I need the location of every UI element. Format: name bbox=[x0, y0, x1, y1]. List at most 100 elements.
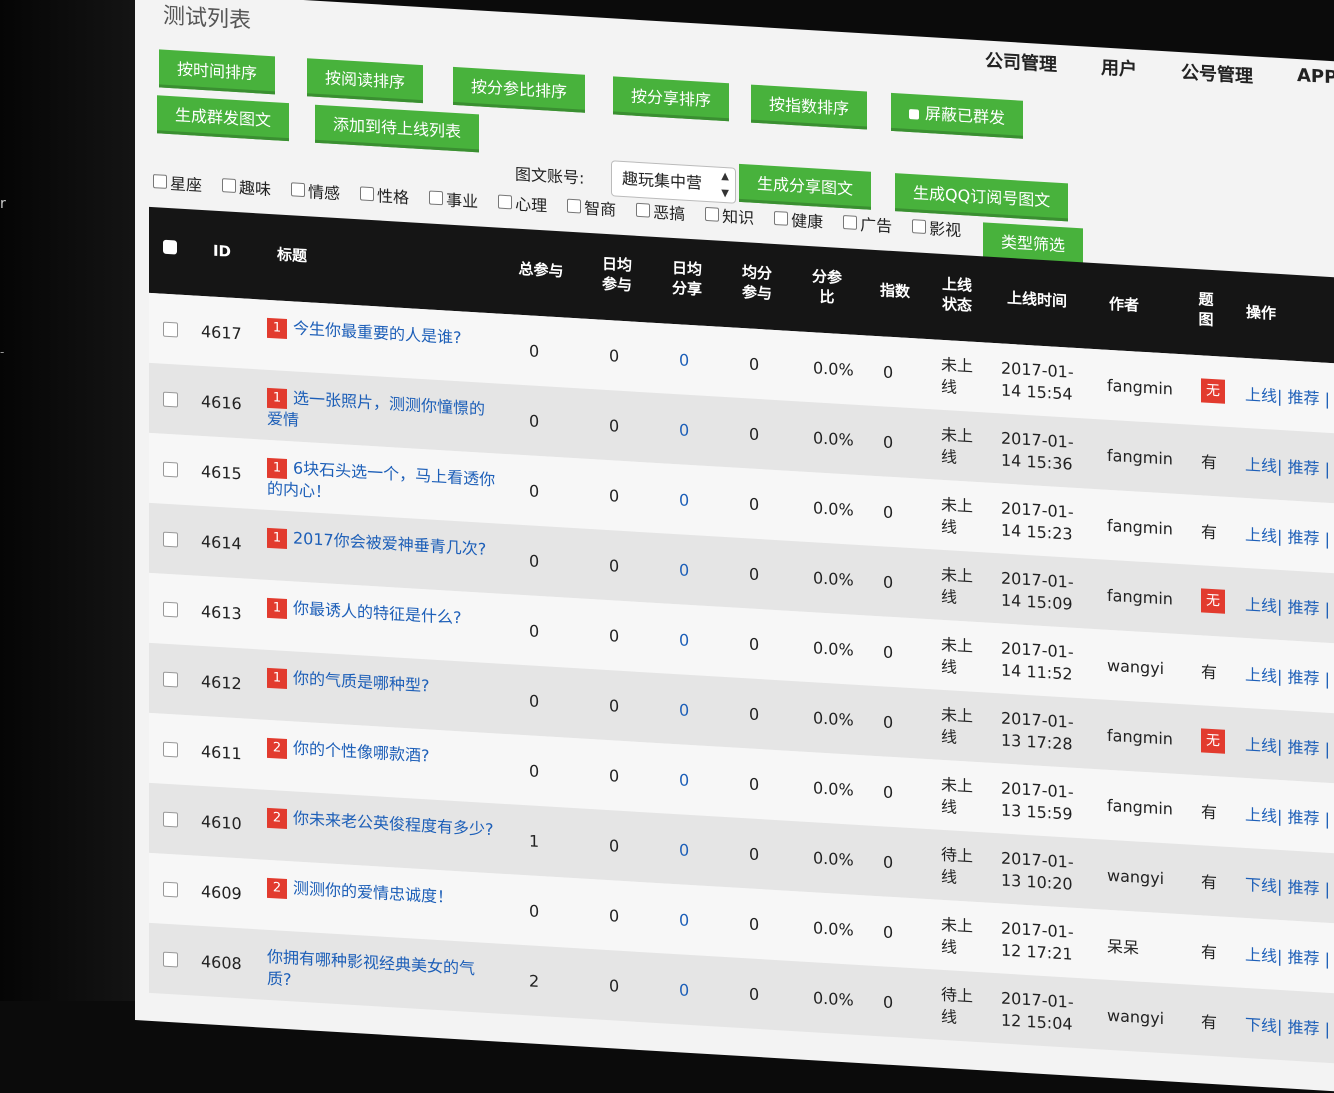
filter-xinli[interactable]: 心理 bbox=[498, 190, 547, 217]
col-avg-join[interactable]: 均分参与 bbox=[739, 262, 775, 304]
row-checkbox[interactable] bbox=[163, 461, 178, 478]
filter-qinggan[interactable]: 情感 bbox=[291, 177, 340, 204]
generate-broadcast-button[interactable]: 生成群发图文 bbox=[157, 95, 290, 142]
filter-checkbox[interactable] bbox=[291, 182, 306, 198]
filter-checkbox[interactable] bbox=[843, 215, 858, 230]
col-index[interactable]: 指数 bbox=[875, 280, 915, 302]
generate-share-button[interactable]: 生成分享图文 bbox=[739, 163, 872, 210]
col-id[interactable]: ID bbox=[207, 240, 237, 262]
row-checkbox[interactable] bbox=[163, 741, 178, 758]
row-title-link[interactable]: 选一张照片，测测你憧憬的爱情 bbox=[267, 388, 485, 429]
row-title-link[interactable]: 测测你的爱情忠诚度！ bbox=[293, 878, 453, 907]
filter-xingzuo[interactable]: 星座 bbox=[153, 169, 202, 196]
row-actions[interactable]: 上线| 推荐 | bbox=[1245, 428, 1330, 503]
row-daily-share[interactable]: 0 bbox=[679, 394, 689, 465]
select-all-checkbox[interactable] bbox=[163, 239, 177, 255]
col-daily-share[interactable]: 日均分享 bbox=[669, 258, 705, 300]
filter-shiye[interactable]: 事业 bbox=[429, 185, 478, 212]
filter-zhishang[interactable]: 智商 bbox=[567, 194, 616, 221]
filter-checkbox[interactable] bbox=[567, 198, 582, 214]
filter-checkbox[interactable] bbox=[498, 194, 513, 210]
row-actions[interactable]: 上线| 推荐 | 编 bbox=[1245, 568, 1334, 644]
sort-by-time-button[interactable]: 按时间排序 bbox=[159, 49, 276, 95]
row-daily-share[interactable]: 0 bbox=[679, 954, 689, 1025]
row-title-link[interactable]: 你的个性像哪款酒? bbox=[293, 738, 430, 765]
filter-quwei[interactable]: 趣味 bbox=[222, 173, 271, 200]
nav-item-app[interactable]: APP bbox=[1297, 65, 1334, 93]
col-time[interactable]: 上线时间 bbox=[997, 287, 1077, 312]
add-to-pending-button[interactable]: 添加到待上线列表 bbox=[315, 104, 480, 153]
filter-checkbox[interactable] bbox=[360, 186, 375, 202]
row-checkbox[interactable] bbox=[163, 321, 178, 338]
nav-item-company[interactable]: 公司管理 bbox=[985, 46, 1057, 76]
row-daily-share[interactable]: 0 bbox=[679, 464, 689, 535]
row-title-link[interactable]: 你未来老公英俊程度有多少? bbox=[293, 808, 494, 839]
row-avg-join: 0 bbox=[749, 353, 760, 374]
filter-guanggao[interactable]: 广告 bbox=[843, 210, 892, 237]
row-index: 0 bbox=[883, 851, 894, 872]
sort-by-index-button[interactable]: 按指数排序 bbox=[751, 84, 868, 130]
row-daily-share[interactable]: 0 bbox=[679, 534, 689, 605]
filter-egao[interactable]: 恶搞 bbox=[636, 198, 685, 225]
col-status[interactable]: 上线状态 bbox=[939, 274, 975, 316]
row-checkbox[interactable] bbox=[163, 881, 178, 898]
row-actions[interactable]: 下线| 推荐 | 编辑 bbox=[1245, 988, 1334, 1065]
filter-checkbox[interactable] bbox=[429, 190, 444, 206]
row-actions[interactable]: 上线| 推荐 | 编 bbox=[1245, 638, 1334, 714]
row-actions[interactable]: 上线| 推荐 | 编 bbox=[1245, 708, 1334, 784]
row-daily-share[interactable]: 0 bbox=[679, 814, 689, 885]
row-daily-share[interactable]: 0 bbox=[679, 884, 689, 955]
col-author[interactable]: 作者 bbox=[1099, 293, 1149, 316]
row-checkbox-cell bbox=[163, 434, 178, 505]
row-daily-join: 0 bbox=[609, 555, 620, 576]
row-avg-join: 0 bbox=[749, 703, 760, 724]
row-daily-share[interactable]: 0 bbox=[679, 604, 689, 675]
col-daily-join[interactable]: 日均参与 bbox=[599, 254, 635, 296]
col-ratio[interactable]: 分参比 bbox=[809, 266, 845, 308]
nav-item-accounts[interactable]: 公号管理 bbox=[1181, 58, 1253, 88]
row-title-link[interactable]: 你最诱人的特征是什么? bbox=[293, 598, 462, 627]
filter-checkbox[interactable] bbox=[636, 202, 651, 218]
filter-zhishi[interactable]: 知识 bbox=[705, 202, 754, 229]
row-checkbox[interactable] bbox=[163, 531, 178, 548]
col-title[interactable]: 标题 bbox=[267, 244, 317, 267]
row-title-link[interactable]: 6块石头选一个，马上看透你的内心！ bbox=[267, 458, 495, 501]
filter-checkbox[interactable] bbox=[705, 206, 720, 222]
filter-xingge[interactable]: 性格 bbox=[360, 181, 409, 208]
row-title-link[interactable]: 今生你最重要的人是谁? bbox=[293, 318, 462, 347]
row-actions[interactable]: 上线| 推荐 | 编 bbox=[1245, 498, 1334, 574]
row-title-link[interactable]: 你的气质是哪种型? bbox=[293, 668, 430, 695]
row-actions[interactable]: 上线| 推荐 | bbox=[1245, 358, 1330, 433]
filter-jiankang[interactable]: 健康 bbox=[774, 206, 823, 233]
sort-by-read-button[interactable]: 按阅读排序 bbox=[307, 58, 424, 104]
filter-checkbox[interactable] bbox=[153, 174, 167, 189]
row-daily-join: 0 bbox=[609, 765, 620, 786]
row-checkbox[interactable] bbox=[163, 601, 178, 618]
filter-checkbox[interactable] bbox=[774, 210, 789, 226]
row-daily-share[interactable]: 0 bbox=[679, 744, 689, 815]
filter-yingshi[interactable]: 影视 bbox=[912, 214, 961, 241]
row-checkbox[interactable] bbox=[163, 811, 178, 828]
row-actions[interactable]: 上线| 推荐 | 编 bbox=[1245, 778, 1334, 854]
sort-by-share-button[interactable]: 按分享排序 bbox=[613, 76, 730, 122]
col-total[interactable]: 总参与 bbox=[511, 258, 571, 282]
row-checkbox[interactable] bbox=[163, 671, 178, 688]
sort-by-ratio-button[interactable]: 按分参比排序 bbox=[453, 66, 586, 113]
row-daily-share[interactable]: 0 bbox=[679, 674, 689, 745]
col-ops[interactable]: 操作 bbox=[1241, 302, 1281, 324]
filter-checkbox[interactable] bbox=[912, 219, 927, 235]
row-checkbox-cell bbox=[163, 504, 178, 575]
row-checkbox-cell bbox=[163, 294, 178, 365]
row-checkbox[interactable] bbox=[163, 951, 178, 968]
col-cover[interactable]: 题图 bbox=[1197, 289, 1215, 330]
filter-checkbox[interactable] bbox=[222, 178, 237, 194]
row-daily-share[interactable]: 0 bbox=[679, 324, 689, 395]
row-author: wangyi bbox=[1107, 865, 1165, 888]
row-actions[interactable]: 上线| 推荐 | 编辑 bbox=[1245, 918, 1334, 995]
row-actions[interactable]: 下线| 推荐 | 编辑 bbox=[1245, 848, 1334, 925]
hide-sent-toggle[interactable]: 屏蔽已群发 bbox=[891, 92, 1024, 139]
row-title-link[interactable]: 你拥有哪种影视经典美女的气质? bbox=[267, 947, 475, 989]
row-checkbox[interactable] bbox=[163, 391, 178, 408]
nav-item-users[interactable]: 用户 bbox=[1101, 53, 1137, 81]
row-title-link[interactable]: 2017你会被爱神垂青几次? bbox=[293, 528, 486, 558]
